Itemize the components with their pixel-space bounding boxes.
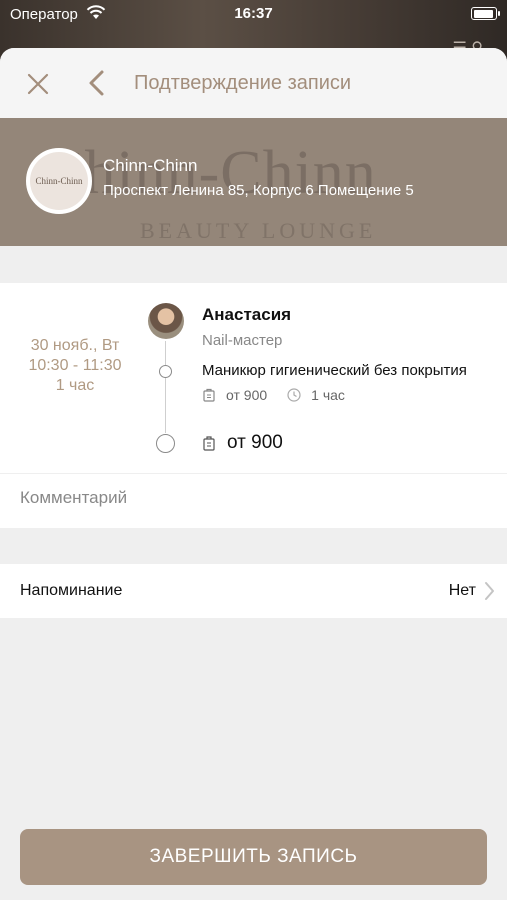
timeline-line (165, 341, 166, 433)
booking-total: от 900 (202, 432, 283, 454)
back-icon[interactable] (86, 68, 108, 98)
reminder-value: Нет (448, 582, 476, 599)
timeline-end-dot (156, 434, 175, 453)
booking-card: 30 нояб., Вт 10:30 - 11:30 1 час Анастас… (0, 283, 507, 473)
service-meta: от 900 1 час (202, 387, 345, 403)
salon-address: Проспект Ленина 85, Корпус 6 Помещение 5 (103, 182, 414, 199)
nav-bar: Подтверждение записи (0, 48, 507, 118)
chevron-right-icon (485, 582, 494, 600)
comment-input[interactable] (20, 488, 480, 508)
service-duration: 1 час (311, 387, 345, 403)
service-price: от 900 (226, 387, 268, 403)
salon-header: Chinn-Chinn BEAUTY LOUNGE Chinn-Chinn Ch… (0, 118, 507, 246)
reminder-label: Напоминание (20, 582, 123, 599)
booking-date: 30 нояб., Вт (30, 337, 120, 354)
master-avatar (148, 303, 184, 339)
close-icon[interactable] (24, 70, 52, 98)
booking-sheet: Подтверждение записи Chinn-Chinn BEAUTY … (0, 48, 507, 900)
comment-row (0, 474, 507, 528)
salon-logo-text: Chinn-Chinn (35, 176, 83, 186)
price-tag-icon (203, 388, 215, 402)
master-name: Анастасия (202, 305, 292, 324)
salon-name: Chinn-Chinn (103, 156, 198, 175)
battery-icon (471, 7, 500, 20)
total-price: от 900 (227, 432, 283, 453)
salon-watermark-sub: BEAUTY LOUNGE (140, 218, 377, 243)
clock: 16:37 (234, 5, 273, 22)
salon-logo: Chinn-Chinn (26, 148, 92, 214)
page-title: Подтверждение записи (134, 72, 352, 94)
service-name: Маникюр гигиенический без покрытия (202, 362, 467, 379)
booking-datetime: 30 нояб., Вт 10:30 - 11:30 1 час (20, 336, 130, 396)
status-bar: Оператор 16:37 (0, 0, 507, 28)
clock-icon (287, 388, 301, 402)
timeline-dot (159, 365, 172, 378)
master-role: Nail-мастер (202, 332, 283, 349)
complete-booking-button[interactable]: ЗАВЕРШИТЬ ЗАПИСЬ (20, 829, 487, 885)
booking-duration: 1 час (55, 377, 95, 394)
price-tag-icon (203, 436, 215, 451)
booking-time: 10:30 - 11:30 (28, 357, 122, 374)
reminder-row[interactable]: Напоминание Нет (0, 564, 507, 618)
